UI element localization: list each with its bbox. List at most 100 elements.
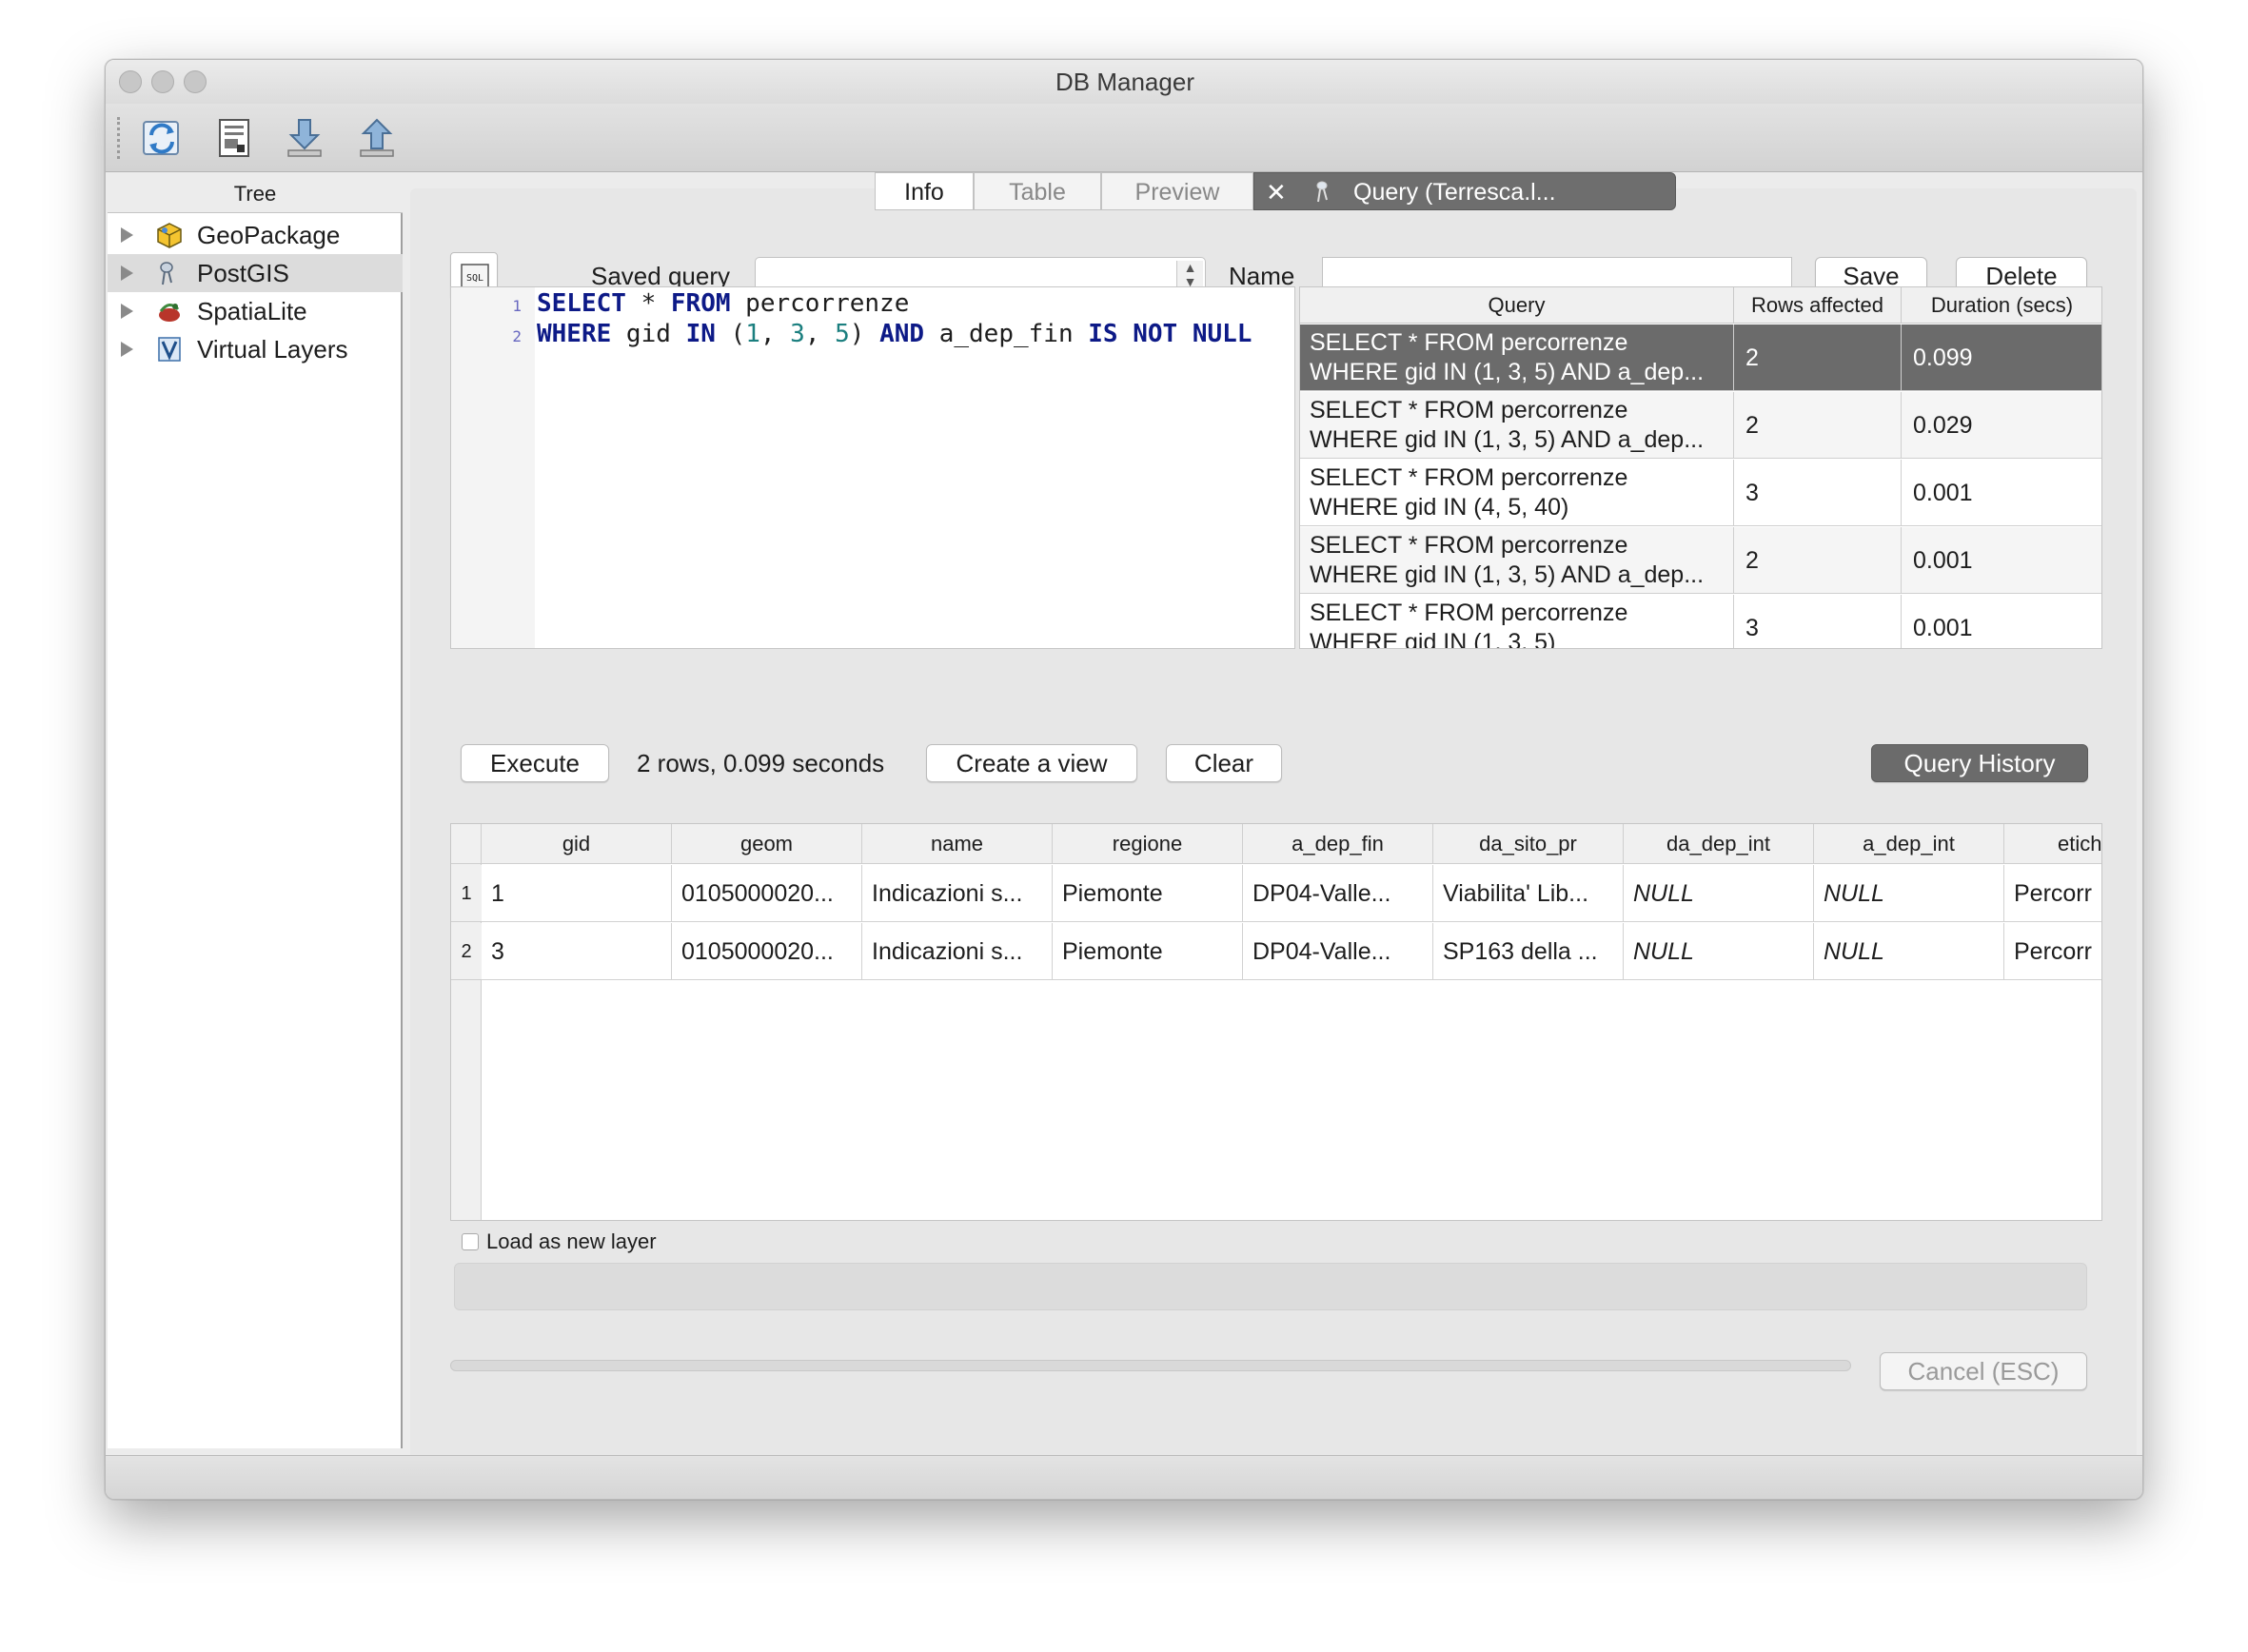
history-rows-cell: 2 <box>1734 392 1902 459</box>
table-cell[interactable]: 1 <box>482 865 672 922</box>
query-history-button[interactable]: Query History <box>1871 744 2088 782</box>
column-header-gid[interactable]: gid <box>482 824 672 864</box>
table-cell[interactable]: DP04-Valle... <box>1243 865 1433 922</box>
history-duration-cell: 0.099 <box>1902 324 2101 391</box>
sql-editor[interactable]: 1 2 SELECT * FROM percorrenze WHERE gid … <box>450 286 1295 649</box>
table-cell[interactable]: Percorr <box>2004 923 2101 980</box>
history-rows-cell: 3 <box>1734 595 1902 648</box>
layer-options-panel <box>454 1263 2087 1310</box>
load-as-layer-checkbox[interactable] <box>462 1233 479 1250</box>
load-as-layer-label: Load as new layer <box>486 1229 657 1253</box>
expand-arrow-icon[interactable] <box>121 342 133 357</box>
table-cell[interactable]: Piemonte <box>1053 923 1243 980</box>
tree-item-virtual-layers[interactable]: Virtual Layers <box>108 330 403 368</box>
column-header-duration[interactable]: Duration (secs) <box>1902 287 2101 324</box>
table-cell[interactable]: NULL <box>1624 923 1814 980</box>
query-tab-label: Query (Terresca.l... <box>1353 179 1556 206</box>
table-cell[interactable]: Indicazioni s... <box>862 923 1053 980</box>
tab-info[interactable]: Info <box>875 172 974 210</box>
query-history-table: Query Rows affected Duration (secs) SELE… <box>1299 286 2102 649</box>
create-view-button[interactable]: Create a view <box>926 744 1137 782</box>
virtual-layers-icon <box>158 337 181 362</box>
tree-item-spatialite[interactable]: SpatiaLite <box>108 292 403 330</box>
history-query-cell: SELECT * FROM percorrenze WHERE gid IN (1… <box>1300 392 1734 459</box>
tab-query[interactable]: ✕ Query (Terresca.l... <box>1253 172 1676 210</box>
svg-text:SQL: SQL <box>466 273 483 284</box>
column-header-a-dep-fin[interactable]: a_dep_fin <box>1243 824 1433 864</box>
column-header-name[interactable]: name <box>862 824 1053 864</box>
history-row[interactable]: SELECT * FROM percorrenze WHERE gid IN (1… <box>1300 324 2101 391</box>
column-header-regione[interactable]: regione <box>1053 824 1243 864</box>
table-cell[interactable]: Percorr <box>2004 865 2101 922</box>
column-header-query[interactable]: Query <box>1300 287 1734 324</box>
toolbar-grip[interactable] <box>117 117 121 159</box>
column-header-a-dep-int[interactable]: a_dep_int <box>1814 824 2004 864</box>
table-cell[interactable]: NULL <box>1814 923 2004 980</box>
table-cell[interactable]: 0105000020... <box>672 865 862 922</box>
tree-item-label: PostGIS <box>197 259 289 287</box>
column-header-etich[interactable]: etich <box>2004 824 2101 864</box>
history-duration-cell: 0.029 <box>1902 392 2101 459</box>
table-cell[interactable]: NULL <box>1624 865 1814 922</box>
table-cell[interactable]: Piemonte <box>1053 865 1243 922</box>
tab-table[interactable]: Table <box>974 172 1101 210</box>
expand-arrow-icon[interactable] <box>121 227 133 243</box>
spatialite-icon <box>159 304 180 322</box>
expand-arrow-icon[interactable] <box>121 266 133 281</box>
import-layer-icon[interactable] <box>283 116 326 160</box>
history-duration-cell: 0.001 <box>1902 527 2101 594</box>
history-duration-cell: 0.001 <box>1902 595 2101 648</box>
history-query-cell: SELECT * FROM percorrenze WHERE gid IN (1… <box>1300 527 1734 594</box>
history-row[interactable]: SELECT * FROM percorrenze WHERE gid IN (4… <box>1300 460 2101 526</box>
column-header-rows-affected[interactable]: Rows affected <box>1734 287 1902 324</box>
column-header-da-dep-int[interactable]: da_dep_int <box>1624 824 1814 864</box>
table-cell[interactable]: DP04-Valle... <box>1243 923 1433 980</box>
column-header-da-sito-pr[interactable]: da_sito_pr <box>1433 824 1624 864</box>
row-number[interactable]: 1 <box>451 865 482 922</box>
execute-button[interactable]: Execute <box>461 744 609 782</box>
table-cell[interactable]: NULL <box>1814 865 2004 922</box>
tree-item-label: Virtual Layers <box>197 335 348 364</box>
sql-line-2: WHERE gid IN (1, 3, 5) AND a_dep_fin IS … <box>537 320 1252 348</box>
status-bar <box>106 1455 2142 1499</box>
table-cell[interactable]: 0105000020... <box>672 923 862 980</box>
table-cell[interactable]: Viabilita' Lib... <box>1433 865 1624 922</box>
sql-line-1: SELECT * FROM percorrenze <box>537 289 910 318</box>
table-cell[interactable]: SP163 della ... <box>1433 923 1624 980</box>
line-number-gutter: 1 2 <box>451 287 535 648</box>
sql-window-icon[interactable] <box>212 116 256 160</box>
title-bar: DB Manager <box>106 60 2142 104</box>
tree-item-geopackage[interactable]: GeoPackage <box>108 216 403 254</box>
history-duration-cell: 0.001 <box>1902 460 2101 526</box>
history-query-cell: SELECT * FROM percorrenze WHERE gid IN (1… <box>1300 324 1734 391</box>
execution-status: 2 rows, 0.099 seconds <box>637 749 885 777</box>
corner-button[interactable] <box>451 824 482 864</box>
history-query-cell: SELECT * FROM percorrenze WHERE gid IN (1… <box>1300 595 1734 648</box>
tree-item-postgis[interactable]: PostGIS <box>108 254 403 292</box>
results-table: gid geom name regione a_dep_fin da_sito_… <box>450 823 2102 1221</box>
tree-item-label: GeoPackage <box>197 221 341 249</box>
export-icon[interactable] <box>355 116 399 160</box>
column-header-geom[interactable]: geom <box>672 824 862 864</box>
close-tab-icon[interactable]: ✕ <box>1266 173 1287 211</box>
refresh-icon[interactable] <box>140 116 184 160</box>
table-cell[interactable]: 3 <box>482 923 672 980</box>
history-row[interactable]: SELECT * FROM percorrenze WHERE gid IN (1… <box>1300 595 2101 648</box>
history-row[interactable]: SELECT * FROM percorrenze WHERE gid IN (1… <box>1300 527 2101 594</box>
clear-button[interactable]: Clear <box>1166 744 1282 782</box>
toolbar <box>106 104 2142 172</box>
tree-panel: Tree GeoPackage PostGIS SpatiaLite Virtu… <box>108 173 403 1448</box>
db-manager-window: DB Manager Tree GeoPackage PostGIS Spati… <box>105 59 2143 1500</box>
postgis-icon <box>160 262 173 285</box>
history-rows-cell: 2 <box>1734 527 1902 594</box>
cancel-button[interactable]: Cancel (ESC) <box>1880 1352 2087 1390</box>
row-number[interactable]: 2 <box>451 923 482 980</box>
line-number: 2 <box>512 327 522 345</box>
tab-preview[interactable]: Preview <box>1101 172 1253 210</box>
expand-arrow-icon[interactable] <box>121 304 133 319</box>
history-rows-cell: 2 <box>1734 324 1902 391</box>
history-row[interactable]: SELECT * FROM percorrenze WHERE gid IN (1… <box>1300 392 2101 459</box>
geopackage-icon <box>157 223 182 248</box>
table-cell[interactable]: Indicazioni s... <box>862 865 1053 922</box>
window-title: DB Manager <box>1055 68 1194 96</box>
